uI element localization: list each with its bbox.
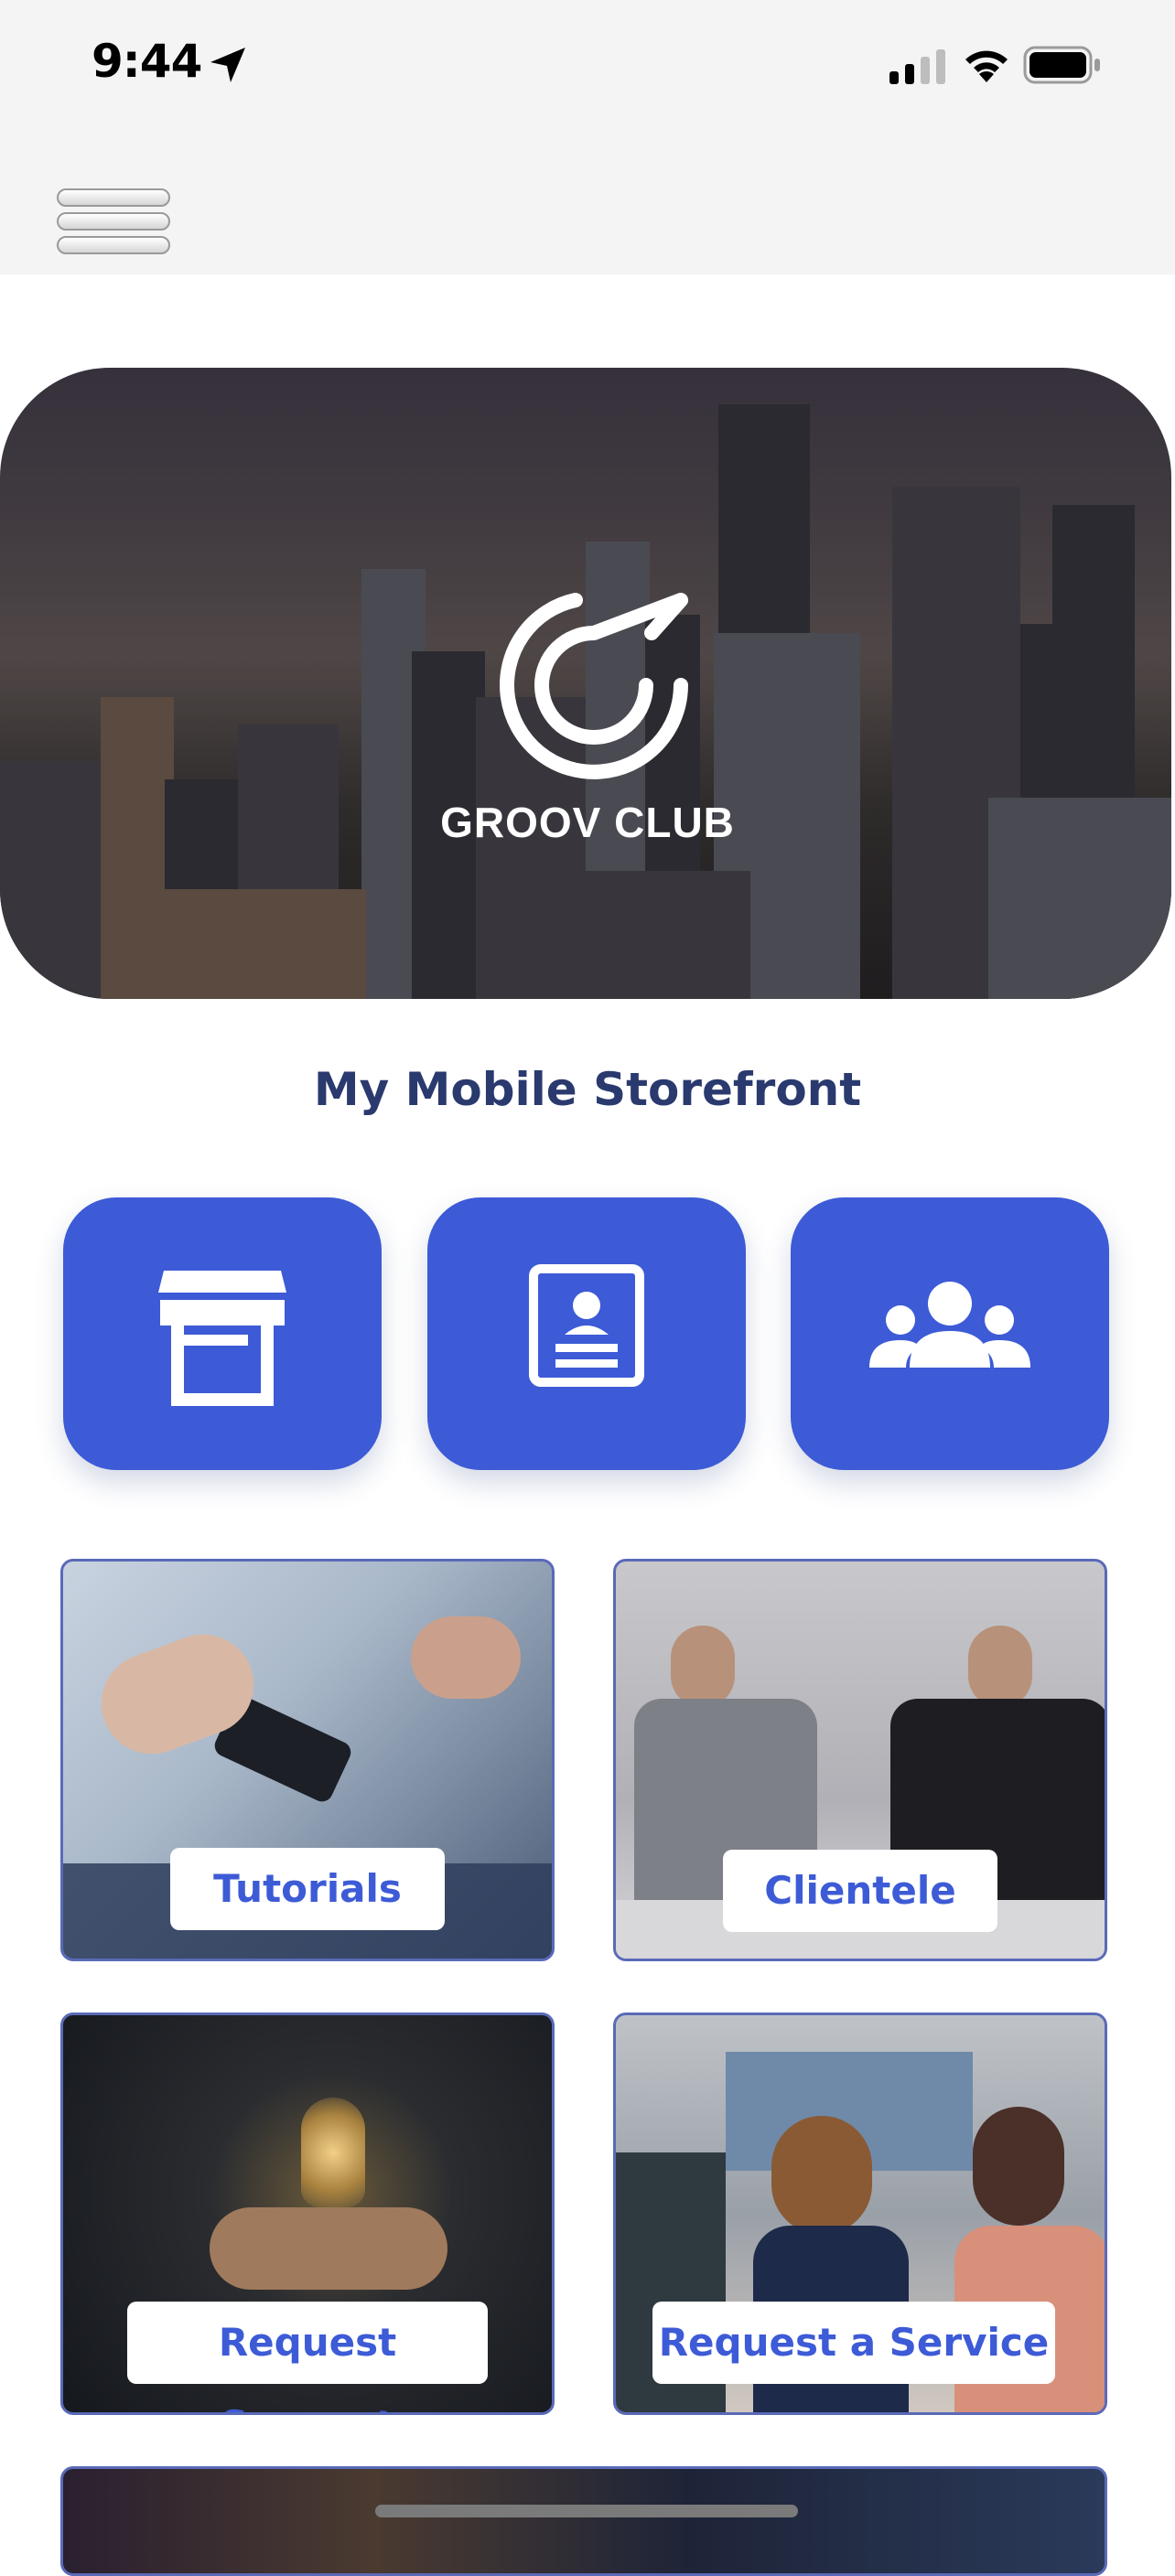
groov-club-logo	[500, 593, 688, 779]
request-service-label: Request a Service	[652, 2302, 1055, 2384]
battery-icon	[1023, 46, 1100, 84]
menu-button[interactable]	[53, 165, 178, 254]
group-users-icon	[869, 1282, 1030, 1368]
contact-card-icon	[529, 1264, 644, 1387]
status-bar: 9:44	[0, 0, 1175, 137]
group-users-button[interactable]	[791, 1197, 1109, 1470]
request-service-card[interactable]: Request a Service	[613, 2012, 1107, 2415]
next-card-preview[interactable]	[60, 2466, 1107, 2576]
storefront-icon	[158, 1271, 286, 1406]
page-title: My Mobile Storefront	[313, 1063, 862, 1116]
tutorials-card[interactable]: Tutorials	[60, 1559, 555, 1961]
home-indicator[interactable]	[375, 2505, 798, 2517]
wifi-icon	[965, 50, 1008, 82]
clientele-card[interactable]: Clientele	[613, 1559, 1107, 1961]
hero-banner: GROOV CLUB	[0, 368, 1171, 999]
status-time: 9:44	[92, 35, 202, 88]
clientele-label: Clientele	[723, 1850, 997, 1932]
brand-name: GROOV CLUB	[440, 799, 735, 846]
cellular-signal-icon	[889, 49, 945, 84]
storefront-button[interactable]	[63, 1197, 382, 1470]
tutorials-label: Tutorials	[170, 1848, 445, 1930]
nav-bar	[0, 137, 1175, 274]
location-arrow-icon	[210, 48, 245, 82]
contact-card-button[interactable]	[427, 1197, 746, 1470]
request-support-label: Request Support	[127, 2302, 488, 2412]
request-support-card[interactable]: Request Support	[60, 2012, 555, 2415]
